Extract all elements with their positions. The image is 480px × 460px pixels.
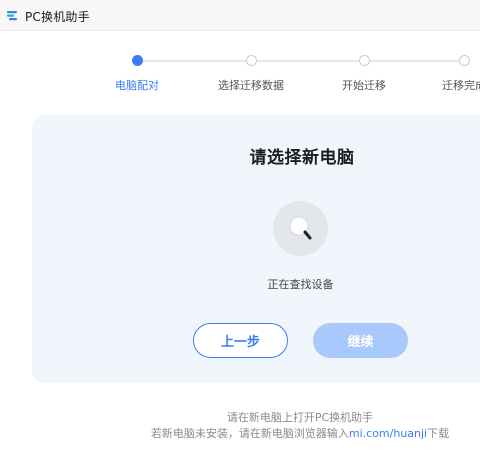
install-hint-suffix: 下载 xyxy=(427,427,450,440)
footer-install-hint: 若新电脑未安装，请在新电脑浏览器输入mi.com/huanji下载 xyxy=(0,425,480,441)
download-link[interactable]: mi.com/huanji xyxy=(349,427,427,440)
step-connector xyxy=(370,60,459,62)
previous-step-button[interactable]: 上一步 xyxy=(193,323,288,358)
step-dot-select-data xyxy=(246,55,257,66)
searching-indicator xyxy=(273,201,328,256)
step-label-pairing: 电脑配对 xyxy=(115,79,159,92)
step-dot-pairing xyxy=(132,55,143,66)
step-label-complete: 迁移完成 xyxy=(442,79,480,92)
app-logo-icon xyxy=(7,11,17,21)
window-title: PC换机助手 xyxy=(25,10,90,24)
step-dot-start-migration xyxy=(359,55,370,66)
install-hint-prefix: 若新电脑未安装，请在新电脑浏览器输入 xyxy=(150,427,349,440)
page-title: 请选择新电脑 xyxy=(249,148,355,168)
step-connector xyxy=(257,60,359,62)
title-bar: PC换机助手 xyxy=(0,0,480,31)
footer-hint: 请在新电脑上打开PC换机助手 xyxy=(226,411,374,424)
app-window: PC换机助手 电脑配对 选择迁移数据 开始迁移 迁移完成 请选择新电脑 正在查找… xyxy=(0,0,480,460)
step-dot-complete xyxy=(459,55,470,66)
step-connector xyxy=(143,60,246,62)
device-search-card: 请选择新电脑 正在查找设备 上一步 继续 xyxy=(32,115,480,383)
progress-stepper: 电脑配对 选择迁移数据 开始迁移 迁移完成 xyxy=(0,48,480,98)
step-label-start-migration: 开始迁移 xyxy=(342,79,386,92)
search-status-text: 正在查找设备 xyxy=(267,278,334,291)
magnifier-icon xyxy=(289,216,312,240)
continue-button[interactable]: 继续 xyxy=(313,323,408,358)
step-label-select-data: 选择迁移数据 xyxy=(218,79,284,92)
